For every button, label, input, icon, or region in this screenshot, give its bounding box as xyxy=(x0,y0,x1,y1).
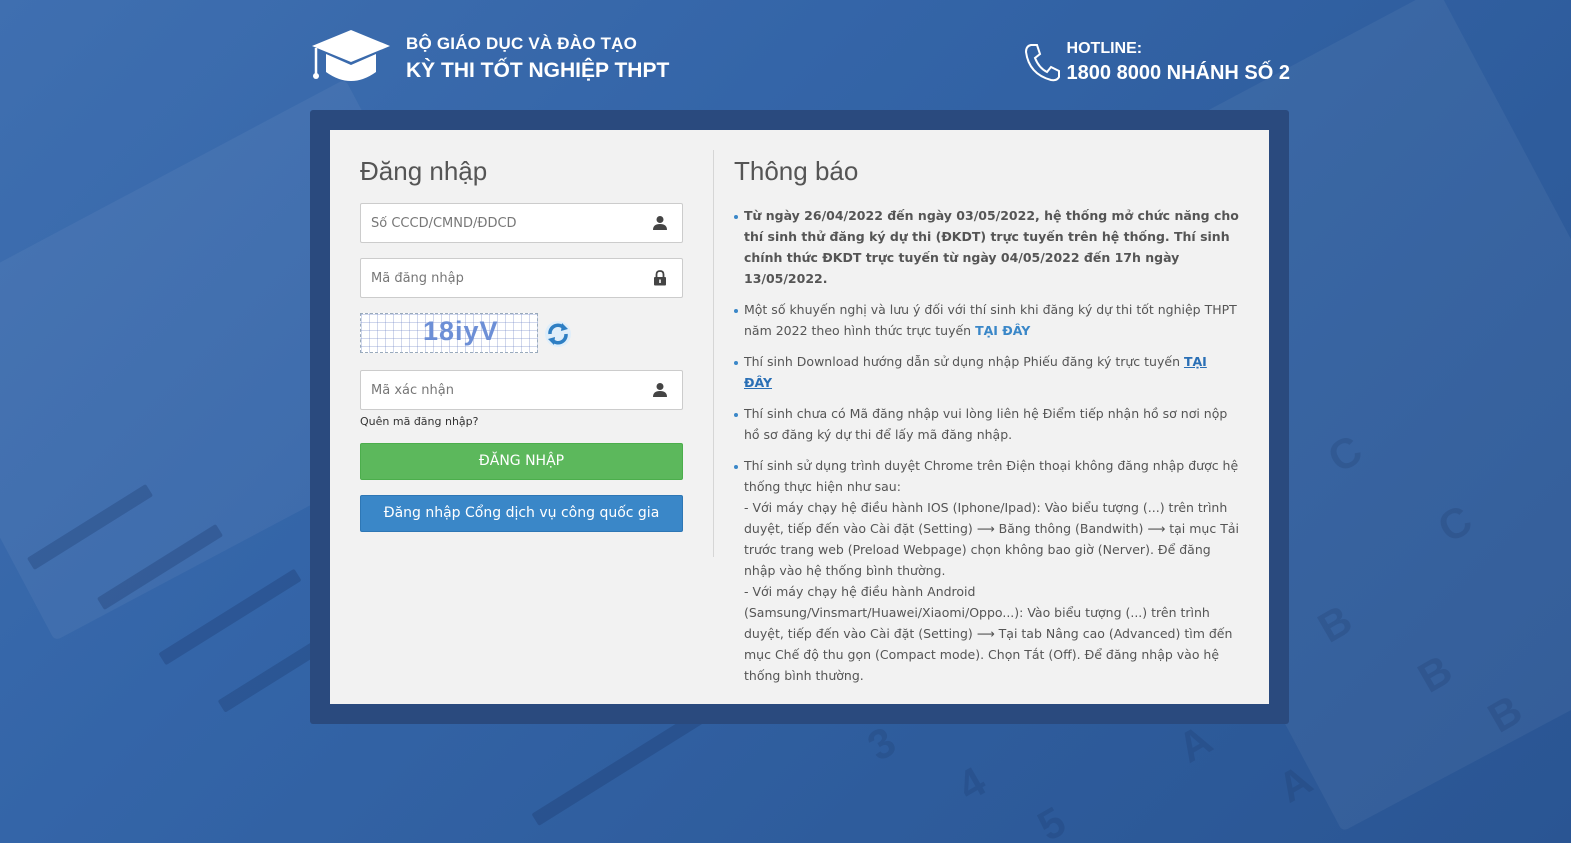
login-title: Đăng nhập xyxy=(360,156,488,186)
hotline-number: 1800 8000 NHÁNH SỐ 2 xyxy=(1066,62,1290,84)
guidance-link[interactable]: TẠI ĐÂY xyxy=(975,323,1030,338)
list-item: Thí sinh sử dụng trình duyệt Chrome trên… xyxy=(734,455,1239,686)
notice-item-text: Từ ngày 26/04/2022 đến ngày 03/05/2022, … xyxy=(744,208,1239,286)
graduation-cap-icon xyxy=(312,30,390,81)
login-button[interactable]: ĐĂNG NHẬP xyxy=(360,443,683,480)
list-item: Thí sinh Download hướng dẫn sử dụng nhập… xyxy=(734,351,1239,393)
android-instructions: - Với máy chạy hệ điều hành Android (Sam… xyxy=(744,584,1233,683)
login-code-input[interactable] xyxy=(361,259,682,297)
verify-input[interactable] xyxy=(361,371,682,409)
notice-title: Thông báo xyxy=(734,156,859,186)
list-item: Thí sinh chưa có Mã đăng nhập vui lòng l… xyxy=(734,403,1239,445)
phone-icon xyxy=(1024,44,1060,82)
id-input[interactable] xyxy=(361,204,682,242)
notice-item-text: Thí sinh sử dụng trình duyệt Chrome trên… xyxy=(744,458,1239,494)
captcha-text: 18iyV xyxy=(423,316,499,346)
national-portal-login-button[interactable]: Đăng nhập Cổng dịch vụ công quốc gia xyxy=(360,495,683,532)
user-icon xyxy=(653,216,667,230)
lock-icon xyxy=(654,270,666,286)
hotline-label: HOTLINE: xyxy=(1066,40,1143,57)
login-code-field[interactable] xyxy=(360,258,683,298)
main-frame: Đăng nhập 18iyV xyxy=(310,110,1289,724)
ministry-name: BỘ GIÁO DỤC VÀ ĐÀO TẠO xyxy=(406,34,638,53)
captcha-row: 18iyV xyxy=(360,313,683,355)
notice-item-text: Thí sinh chưa có Mã đăng nhập vui lòng l… xyxy=(744,406,1228,442)
login-form: Đăng nhập 18iyV xyxy=(360,150,683,532)
id-field[interactable] xyxy=(360,203,683,243)
content-panel: Đăng nhập 18iyV xyxy=(330,130,1269,704)
hotline: HOTLINE: 1800 8000 NHÁNH SỐ 2 xyxy=(1024,40,1290,85)
list-item: Một số khuyến nghị và lưu ý đối với thí … xyxy=(734,299,1239,341)
header: BỘ GIÁO DỤC VÀ ĐÀO TẠO KỲ THI TỐT NGHIỆP… xyxy=(310,28,1290,90)
refresh-icon[interactable] xyxy=(543,319,573,349)
captcha-image: 18iyV xyxy=(360,313,538,353)
notice-section: Thông báo Từ ngày 26/04/2022 đến ngày 03… xyxy=(734,150,1239,696)
list-item: Từ ngày 26/04/2022 đến ngày 03/05/2022, … xyxy=(734,205,1239,289)
notice-list: Từ ngày 26/04/2022 đến ngày 03/05/2022, … xyxy=(734,205,1239,686)
forgot-code-link[interactable]: Quên mã đăng nhập? xyxy=(360,415,683,428)
ios-instructions: - Với máy chạy hệ điều hành IOS (Iphone/… xyxy=(744,500,1239,578)
user-icon xyxy=(653,383,667,397)
exam-name: KỲ THI TỐT NGHIỆP THPT xyxy=(406,59,670,82)
column-divider xyxy=(713,150,714,557)
verify-field[interactable] xyxy=(360,370,683,410)
notice-item-text: Thí sinh Download hướng dẫn sử dụng nhập… xyxy=(744,354,1184,369)
